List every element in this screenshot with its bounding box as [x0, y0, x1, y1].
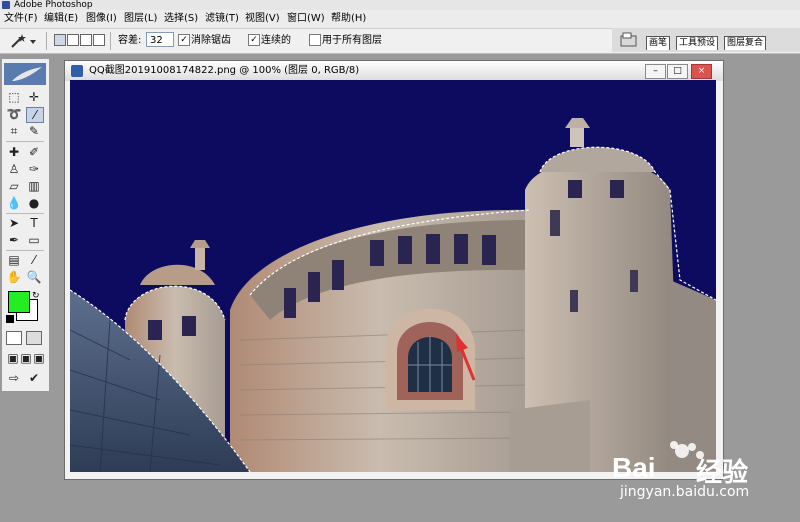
shape-tool-icon[interactable]: ▭: [26, 233, 42, 247]
document-canvas[interactable]: [70, 80, 716, 472]
palette-tab-tool-presets[interactable]: 工具预设: [676, 36, 719, 50]
zoom-tool-icon[interactable]: 🔍: [26, 270, 42, 284]
marquee-tool-icon[interactable]: ⬚: [6, 90, 22, 104]
add-selection-mode-icon[interactable]: [67, 34, 79, 46]
pen-tool-icon[interactable]: ✒: [6, 233, 22, 247]
toolbox-feather-header[interactable]: [4, 63, 46, 85]
close-button[interactable]: ×: [691, 64, 712, 79]
menu-filter[interactable]: 滤镜(T): [205, 12, 239, 26]
notes-tool-icon[interactable]: ▤: [6, 253, 22, 267]
crop-tool-icon[interactable]: ⌗: [6, 124, 22, 138]
brush-tool-icon[interactable]: ✐: [26, 145, 42, 159]
menu-select[interactable]: 选择(S): [164, 12, 198, 26]
antialias-label: 消除锯齿: [191, 35, 231, 46]
palette-tab-brushes[interactable]: 画笔: [646, 36, 671, 50]
slice-tool-icon[interactable]: ✎: [26, 124, 42, 138]
options-separator: [110, 32, 111, 50]
default-colors-icon[interactable]: [6, 315, 14, 323]
church-photo: [70, 118, 716, 472]
imageready-icon[interactable]: ✔: [26, 371, 42, 385]
lasso-tool-icon[interactable]: ➰: [6, 107, 22, 121]
eraser-tool-icon[interactable]: ▱: [6, 179, 22, 193]
photoshop-logo-icon: [2, 1, 10, 9]
magic-wand-preset-icon[interactable]: [8, 32, 38, 50]
blur-tool-icon[interactable]: 💧: [6, 196, 22, 210]
baidu-watermark-brand: Bai: [612, 452, 656, 483]
toolbox-divider: [6, 141, 44, 142]
dodge-tool-icon[interactable]: ●: [26, 196, 42, 210]
foreground-color-swatch[interactable]: [8, 291, 30, 313]
gradient-tool-icon[interactable]: ▥: [26, 179, 42, 193]
contiguous-checkbox[interactable]: ✓: [248, 34, 260, 46]
quick-mask-mode-icon[interactable]: [26, 331, 42, 345]
new-selection-mode-icon[interactable]: [54, 34, 66, 46]
menu-view[interactable]: 视图(V): [245, 12, 280, 26]
app-titlebar: Adobe Photoshop: [0, 0, 800, 10]
minimize-button[interactable]: –: [645, 64, 666, 79]
all-layers-checkbox[interactable]: [309, 34, 321, 46]
clone-stamp-tool-icon[interactable]: ♙: [6, 162, 22, 176]
subtract-selection-mode-icon[interactable]: [80, 34, 92, 46]
menu-window[interactable]: 窗口(W): [287, 12, 325, 26]
document-icon: [71, 65, 83, 77]
menu-help[interactable]: 帮助(H): [331, 12, 366, 26]
eyedropper-tool-icon[interactable]: ⁄: [26, 253, 42, 267]
antialias-checkbox[interactable]: ✓: [178, 34, 190, 46]
document-titlebar[interactable]: QQ截图20191008174822.png @ 100% (图层 0, RGB…: [65, 61, 723, 81]
intersect-selection-mode-icon[interactable]: [93, 34, 105, 46]
baidu-watermark-url: jingyan.baidu.com: [620, 484, 750, 500]
history-brush-tool-icon[interactable]: ✑: [26, 162, 42, 176]
document-title: QQ截图20191008174822.png @ 100% (图层 0, RGB…: [89, 65, 360, 76]
magic-wand-tool-icon[interactable]: ⁄: [26, 107, 44, 123]
type-tool-icon[interactable]: T: [26, 216, 42, 230]
jump-to-imageready-icon[interactable]: ⇨: [6, 371, 22, 385]
menu-bar: 文件(F) 编辑(E) 图像(I) 图层(L) 选择(S) 滤镜(T) 视图(V…: [0, 10, 800, 29]
healing-brush-tool-icon[interactable]: ✚: [6, 145, 22, 159]
maximize-button[interactable]: □: [667, 64, 688, 79]
feather-icon: [12, 67, 42, 81]
toolbox-divider: [6, 213, 44, 214]
palette-tab-layer-comps[interactable]: 图层复合: [724, 36, 767, 50]
standard-mode-icon[interactable]: [6, 331, 22, 345]
swap-colors-icon[interactable]: ↻: [32, 291, 40, 301]
tolerance-label: 容差:: [118, 35, 142, 46]
move-tool-icon[interactable]: ✛: [26, 90, 42, 104]
menu-layer[interactable]: 图层(L): [124, 12, 157, 26]
tolerance-input[interactable]: 32: [146, 32, 174, 47]
options-separator: [46, 32, 47, 50]
menu-edit[interactable]: 编辑(E): [44, 12, 78, 26]
file-browser-icon[interactable]: [620, 32, 638, 48]
menu-image[interactable]: 图像(I): [86, 12, 117, 26]
menu-file[interactable]: 文件(F): [4, 12, 38, 26]
app-title: Adobe Photoshop: [14, 0, 93, 10]
toolbox-divider: [6, 250, 44, 251]
toolbox: ⬚ ✛ ➰ ⁄ ⌗ ✎ ✚ ✐ ♙ ✑ ▱ ▥ 💧 ● ➤ T ✒ ▭ ▤ ⁄ …: [1, 58, 50, 392]
all-layers-label: 用于所有图层: [322, 35, 382, 46]
hand-tool-icon[interactable]: ✋: [6, 270, 22, 284]
contiguous-label: 连续的: [261, 35, 291, 46]
full-screen-mode-icon[interactable]: ▣: [31, 351, 47, 365]
path-selection-tool-icon[interactable]: ➤: [6, 216, 22, 230]
